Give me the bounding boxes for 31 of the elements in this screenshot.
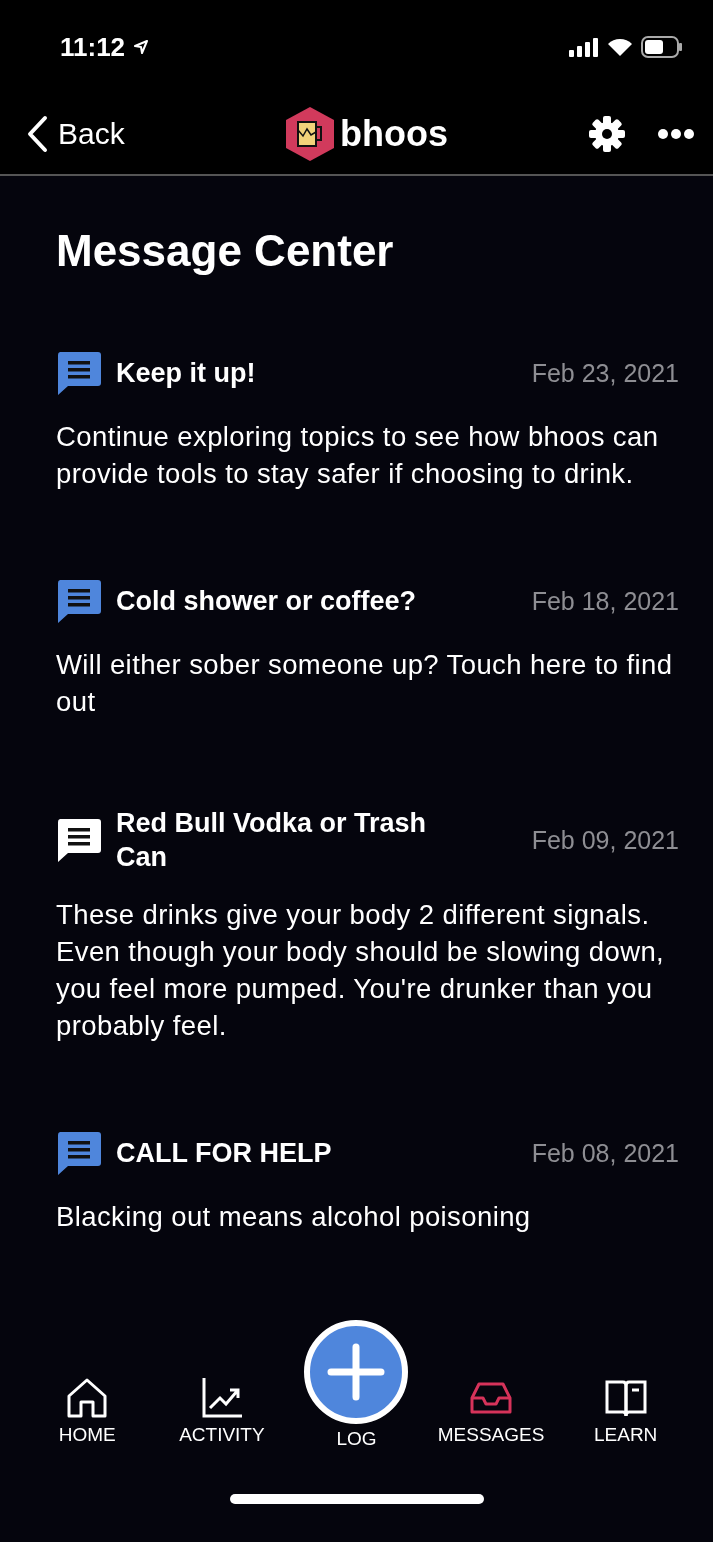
beer-mug-logo-icon	[284, 106, 336, 162]
wifi-icon	[607, 37, 633, 57]
message-body: Continue exploring topics to see how bhoos can provide tools to stay safer if choosing to drink.	[56, 420, 660, 491]
messages-tab[interactable]: MESSAGES	[431, 1364, 552, 1446]
learn-tab[interactable]: LEARN	[565, 1364, 686, 1446]
signal-icon	[569, 37, 599, 57]
message-title[interactable]: CALL FOR HELP	[116, 1136, 446, 1170]
message-title[interactable]: Keep it up!	[116, 356, 446, 390]
message-title[interactable]: Red Bull Vodka or Trash Can	[116, 806, 446, 874]
message-body: Blacking out means alcohol poisoning	[56, 1200, 532, 1234]
page-title: Message Center	[56, 226, 395, 276]
brand-name: bhoos	[340, 113, 448, 155]
home-tab[interactable]: HOME	[27, 1364, 148, 1446]
log-tab[interactable]: LOG	[296, 1320, 417, 1450]
message-body: These drinks give your body 2 different signals. Even though your body should be slowing down, you feel more pumped. You're drunker than you probably feel.	[56, 898, 666, 1043]
message-date: Feb 08, 2021	[531, 1138, 679, 1168]
message-date: Feb 23, 2021	[531, 358, 679, 388]
plus-icon	[304, 1320, 409, 1424]
chevron-left-icon	[26, 115, 48, 153]
house-icon	[65, 1376, 110, 1420]
message-title[interactable]: Cold shower or coffee?	[116, 584, 446, 618]
settings-icon[interactable]	[587, 114, 627, 154]
message-body: Will either sober someone up? Touch here to find out	[56, 648, 674, 719]
location-icon	[133, 39, 150, 55]
battery-icon	[641, 36, 683, 58]
message-date: Feb 18, 2021	[531, 586, 679, 616]
activity-tab[interactable]: ACTIVITY	[161, 1364, 282, 1446]
back-button[interactable]: Back	[26, 115, 125, 153]
status-time: 11:12	[60, 31, 126, 63]
more-icon[interactable]	[657, 128, 695, 140]
message-date: Feb 09, 2021	[531, 825, 679, 855]
